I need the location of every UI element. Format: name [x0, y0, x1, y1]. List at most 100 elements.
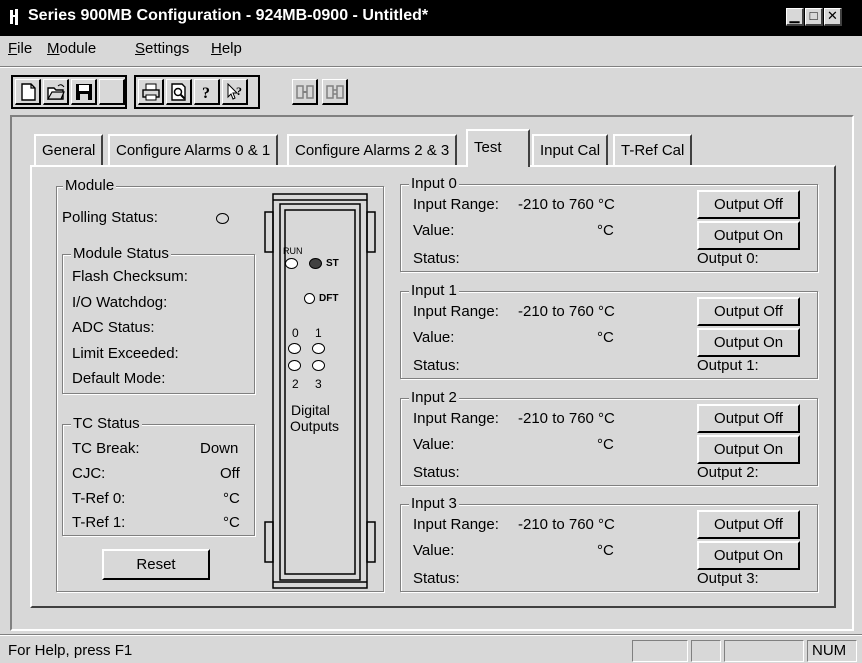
menu-module[interactable]: Module — [47, 40, 96, 57]
input-1-range-label: Input Range: — [413, 303, 499, 320]
toolbar-print-group: ? ? — [134, 75, 260, 109]
input-3-range-label: Input Range: — [413, 516, 499, 533]
minimize-button[interactable]: ▁ — [786, 8, 804, 26]
input-3-output-off-button[interactable]: Output Off — [697, 510, 800, 539]
dft-led-label: DFT — [319, 293, 339, 304]
new-button[interactable] — [15, 79, 41, 105]
input-3-status-label: Status: — [413, 570, 460, 587]
tc-break-label: TC Break: — [72, 440, 140, 457]
print-icon — [142, 83, 160, 101]
tab-t-ref-cal[interactable]: T-Ref Cal — [613, 134, 693, 165]
input-1-output-off-button[interactable]: Output Off — [697, 297, 800, 326]
input-2-output-off-button[interactable]: Output Off — [697, 404, 800, 433]
print-preview-icon — [171, 83, 186, 101]
output-0-led-label: 0 — [292, 326, 299, 340]
title-bar[interactable]: Series 900MB Configuration - 924MB-0900 … — [0, 0, 862, 36]
svg-text:?: ? — [202, 85, 210, 101]
context-help-button[interactable]: ? — [222, 79, 248, 105]
tab-general[interactable]: General — [34, 134, 104, 165]
print-button[interactable] — [138, 79, 164, 105]
tc-break-value: Down — [200, 440, 239, 457]
default-mode-label: Default Mode: — [72, 370, 166, 387]
input-0-output-status-label: Output 0: — [697, 250, 759, 267]
statusbar-separator — [0, 634, 862, 636]
menu-help[interactable]: Help — [211, 40, 242, 57]
status-help-text: For Help, press F1 — [8, 642, 133, 659]
app-icon — [10, 9, 18, 25]
input-1-output-on-button[interactable]: Output On — [697, 328, 800, 357]
module-device-diagram — [264, 193, 376, 589]
maximize-icon: □ — [809, 8, 818, 23]
digital-outputs-label-2: Outputs — [290, 418, 340, 434]
tab-test[interactable]: Test — [466, 129, 530, 167]
toolbar-spacer — [99, 79, 125, 105]
output-2-led — [288, 360, 301, 371]
tab-configure-alarms-0-1[interactable]: Configure Alarms 0 & 1 — [108, 134, 279, 165]
t-ref-0-label: T-Ref 0: — [72, 490, 126, 507]
save-button[interactable] — [71, 79, 97, 105]
toolbar-config-group — [288, 75, 358, 109]
digital-outputs-label-1: Digital — [291, 402, 330, 418]
flash-checksum-label: Flash Checksum: — [72, 268, 188, 285]
new-file-icon — [21, 83, 36, 101]
menu-settings[interactable]: Settings — [135, 40, 189, 57]
input-2-value-unit: °C — [597, 436, 614, 453]
close-button[interactable]: ✕ — [824, 8, 842, 26]
menu-module-label: Module — [47, 40, 97, 57]
maximize-button[interactable]: □ — [805, 8, 823, 26]
get-config-icon — [296, 85, 314, 99]
toolbar-file-group — [11, 75, 127, 109]
close-icon: ✕ — [827, 8, 838, 23]
output-0-led — [288, 343, 301, 354]
input-2-value-label: Value: — [413, 436, 455, 453]
run-led — [285, 258, 298, 269]
input-3-output-on-button[interactable]: Output On — [697, 541, 800, 570]
send-config-icon — [326, 85, 344, 99]
polling-status-indicator — [216, 213, 229, 224]
output-1-led — [312, 343, 325, 354]
input-0-value-unit: °C — [597, 222, 614, 239]
input-3-value-unit: °C — [597, 542, 614, 559]
io-watchdog-label: I/O Watchdog: — [72, 294, 168, 311]
about-button[interactable]: ? — [194, 79, 220, 105]
tab-configure-alarms-2-3[interactable]: Configure Alarms 2 & 3 — [287, 134, 458, 165]
tc-status-group-label: TC Status — [71, 415, 142, 432]
input-0-range-value: -210 to 760 °C — [518, 196, 615, 213]
input-3-range-value: -210 to 760 °C — [518, 516, 615, 533]
input-2-status-label: Status: — [413, 464, 460, 481]
input-0-group-label: Input 0 — [409, 175, 459, 192]
cjc-value: Off — [220, 465, 240, 482]
output-1-led-label: 1 — [315, 326, 322, 340]
input-0-output-on-button[interactable]: Output On — [697, 221, 800, 250]
adc-status-label: ADC Status: — [72, 319, 155, 336]
open-button[interactable] — [43, 79, 69, 105]
num-lock-indicator: NUM — [807, 640, 857, 662]
input-0-status-label: Status: — [413, 250, 460, 267]
input-0-range-label: Input Range: — [413, 196, 499, 213]
get-config-button[interactable] — [292, 79, 318, 105]
input-2-output-status-label: Output 2: — [697, 464, 759, 481]
run-led-label: RUN — [283, 246, 303, 256]
input-2-range-value: -210 to 760 °C — [518, 410, 615, 427]
t-ref-1-label: T-Ref 1: — [72, 514, 126, 531]
status-pane-3 — [724, 640, 804, 662]
input-2-output-on-button[interactable]: Output On — [697, 435, 800, 464]
module-status-group-label: Module Status — [71, 245, 171, 262]
print-preview-button[interactable] — [166, 79, 192, 105]
reset-button[interactable]: Reset — [102, 549, 210, 580]
module-group-label: Module — [63, 177, 117, 194]
menu-file[interactable]: File — [8, 40, 32, 57]
output-2-led-label: 2 — [292, 377, 299, 391]
input-0-output-off-button[interactable]: Output Off — [697, 190, 800, 219]
svg-text:?: ? — [236, 84, 242, 98]
input-3-value-label: Value: — [413, 542, 455, 559]
context-help-icon: ? — [227, 83, 242, 100]
input-1-status-label: Status: — [413, 357, 460, 374]
limit-exceeded-label: Limit Exceeded: — [72, 345, 179, 362]
input-3-output-status-label: Output 3: — [697, 570, 759, 587]
input-1-range-value: -210 to 760 °C — [518, 303, 615, 320]
input-1-value-label: Value: — [413, 329, 455, 346]
status-pane-2 — [691, 640, 721, 662]
tab-input-cal[interactable]: Input Cal — [532, 134, 609, 165]
send-config-button[interactable] — [322, 79, 348, 105]
